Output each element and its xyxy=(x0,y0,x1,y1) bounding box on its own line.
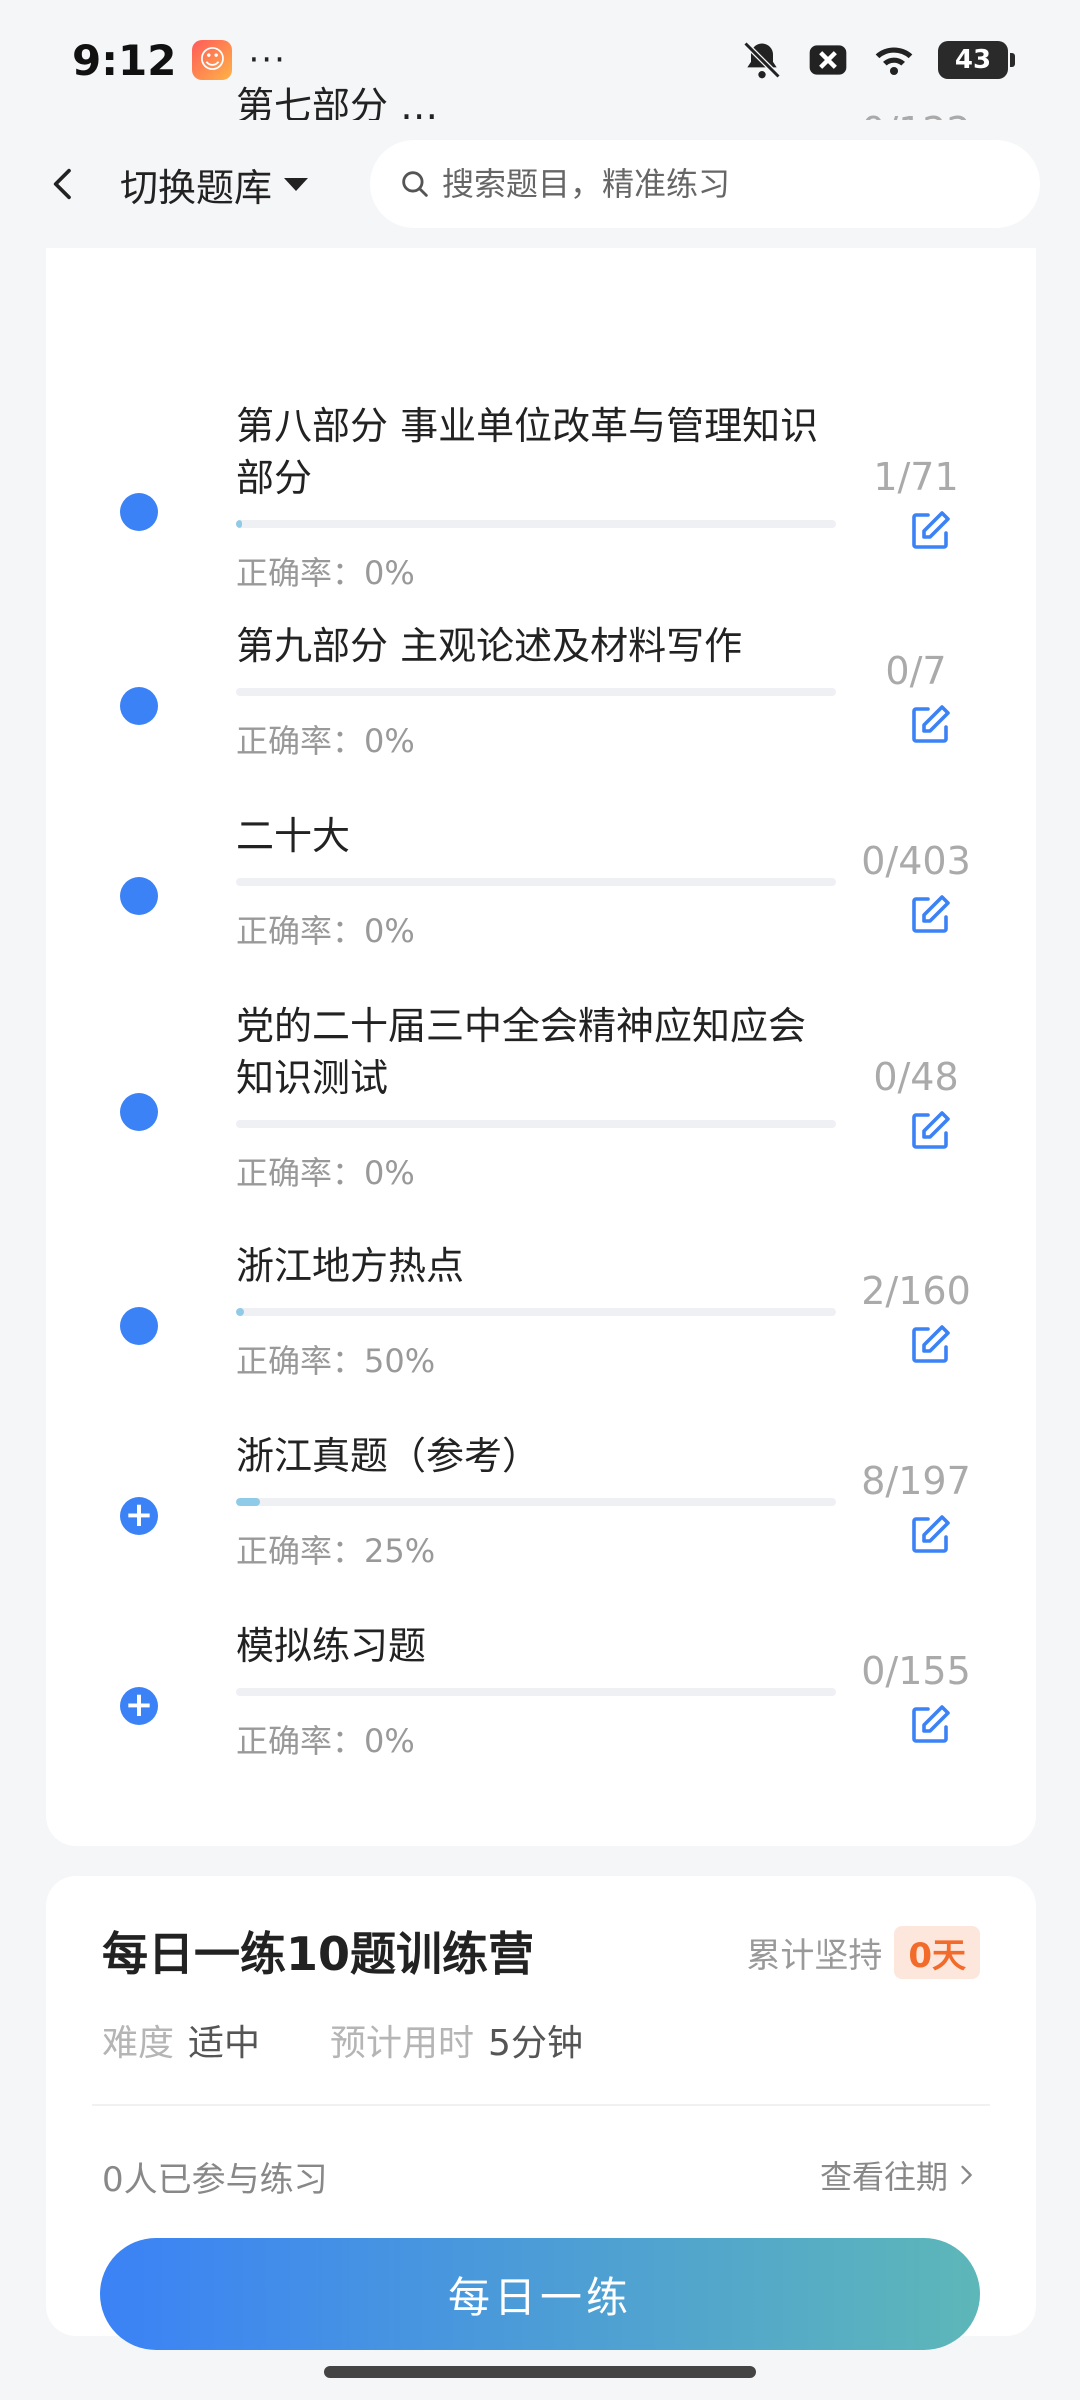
progress-fill xyxy=(236,520,242,528)
participants-count: 0人已参与练习 xyxy=(102,2160,328,2200)
progress-fill xyxy=(236,1308,244,1316)
item-title: 第八部分 事业单位改革与管理知识部分 xyxy=(236,404,819,500)
edit-icon xyxy=(912,705,950,743)
streak-badge: 0天 xyxy=(894,1926,980,1979)
accuracy-text: 正确率：0% xyxy=(236,1154,415,1192)
expand-plus-icon[interactable]: + xyxy=(120,1687,158,1725)
progress-bar xyxy=(236,688,836,696)
close-box-icon xyxy=(809,45,847,75)
edit-icon xyxy=(912,1325,950,1363)
bullet-dot-icon xyxy=(120,1093,158,1131)
daily-title: 每日一练10题训练营 xyxy=(102,1927,535,1981)
practice-edit-button[interactable] xyxy=(906,1321,954,1369)
meta-row: 难度 适中 预计用时 5分钟 xyxy=(102,2014,583,2066)
streak-label: 累计坚持 xyxy=(746,1936,883,1976)
status-time: 9:12 xyxy=(72,35,177,85)
progress-bar xyxy=(236,1120,836,1128)
expand-plus-icon[interactable]: + xyxy=(120,1497,158,1535)
item-title: 第九部分 主观论述及材料写作 xyxy=(236,624,743,668)
item-title: 浙江地方热点 xyxy=(236,1244,465,1288)
search-box[interactable] xyxy=(370,140,1040,228)
list-item[interactable]: + 模拟练习题正确率：0% 0/155 xyxy=(46,1620,1036,1812)
list-item[interactable]: 第八部分 事业单位改革与管理知识部分正确率：0% 1/71 xyxy=(46,400,1036,644)
practice-edit-button[interactable] xyxy=(906,1107,954,1155)
status-icons: 43 xyxy=(740,38,1015,82)
edit-icon xyxy=(912,511,950,549)
practice-edit-button[interactable] xyxy=(906,1511,954,1559)
list-item[interactable]: 党的二十届三中全会精神应知应会知识测试正确率：0% 0/48 xyxy=(46,1000,1036,1244)
list-item[interactable]: 二十大正确率：0% 0/403 xyxy=(46,810,1036,1002)
item-title: 浙江真题（参考） xyxy=(236,1434,541,1478)
accuracy-text: 正确率：50% xyxy=(236,1342,436,1380)
chevron-left-icon xyxy=(53,168,71,200)
question-bank-list: 第七部分 …正确率：0%0/122第八部分 事业单位改革与管理知识部分正确率：0… xyxy=(46,84,1036,1846)
chevron-right-icon xyxy=(961,2165,972,2185)
question-count: 0/7 xyxy=(885,649,947,693)
daily-practice-card: 每日一练10题训练营 累计坚持 0天 难度 适中 预计用时 5分钟 0人已参与练… xyxy=(46,1876,1036,2350)
difficulty-value: 适中 xyxy=(188,2023,261,2064)
practice-edit-button[interactable] xyxy=(906,507,954,555)
practice-edit-button[interactable] xyxy=(906,1701,954,1749)
more-notifications-icon: ··· xyxy=(248,40,287,80)
progress-fill xyxy=(236,1498,260,1506)
edit-icon xyxy=(912,1705,950,1743)
search-icon xyxy=(402,171,428,197)
view-history-link[interactable]: 查看往期 xyxy=(820,2152,980,2198)
view-history-label: 查看往期 xyxy=(819,2158,948,2196)
switch-bank-button[interactable]: 切换题库 xyxy=(120,157,309,212)
progress-bar xyxy=(236,1308,836,1316)
progress-bar xyxy=(236,878,836,886)
bullet-dot-icon xyxy=(120,493,158,531)
list-item[interactable]: 浙江地方热点正确率：50% 2/160 xyxy=(46,1240,1036,1432)
caret-down-icon xyxy=(284,177,309,191)
app-notification-icon: ☺ xyxy=(192,40,233,80)
bullet-dot-icon xyxy=(120,877,158,915)
edit-icon xyxy=(912,1111,950,1149)
progress-bar xyxy=(236,520,836,528)
list-item[interactable]: + 浙江真题（参考） 正确率：25% 8/197 xyxy=(46,1430,1036,1622)
battery-icon: 43 xyxy=(938,41,1015,79)
item-title: 党的二十届三中全会精神应知应会知识测试 xyxy=(236,1004,807,1100)
wifi-icon xyxy=(875,47,913,76)
daily-practice-button[interactable]: 每日一练 xyxy=(100,2238,980,2350)
accuracy-text: 正确率：0% xyxy=(236,1722,415,1760)
progress-bar xyxy=(236,1498,836,1506)
header: 切换题库 xyxy=(0,120,1080,248)
bullet-dot-icon xyxy=(120,1307,158,1345)
edit-icon xyxy=(912,895,950,933)
accuracy-text: 正确率：0% xyxy=(236,912,415,950)
home-indicator[interactable] xyxy=(324,2366,756,2378)
question-count: 0/155 xyxy=(861,1649,971,1693)
question-count: 0/403 xyxy=(861,839,971,883)
accuracy-text: 正确率：0% xyxy=(236,554,415,592)
divider xyxy=(92,2104,990,2106)
difficulty-label: 难度 xyxy=(102,2023,175,2064)
practice-edit-button[interactable] xyxy=(906,891,954,939)
progress-bar xyxy=(236,1688,836,1696)
question-count: 1/71 xyxy=(873,455,959,499)
question-count: 8/197 xyxy=(861,1459,971,1503)
practice-edit-button[interactable] xyxy=(906,701,954,749)
back-button[interactable] xyxy=(40,160,88,208)
question-count: 0/48 xyxy=(873,1055,959,1099)
time-label: 预计用时 xyxy=(330,2023,475,2064)
list-item[interactable]: 第九部分 主观论述及材料写作正确率：0% 0/7 xyxy=(46,620,1036,812)
streak: 累计坚持 0天 xyxy=(746,1926,980,1979)
time-value: 5分钟 xyxy=(488,2023,583,2064)
search-input[interactable] xyxy=(442,165,1003,203)
bell-muted-icon xyxy=(743,41,781,79)
item-title: 二十大 xyxy=(236,814,351,858)
accuracy-text: 正确率：25% xyxy=(236,1532,436,1570)
edit-icon xyxy=(912,1515,950,1553)
bullet-dot-icon xyxy=(120,687,158,725)
switch-bank-label: 切换题库 xyxy=(120,165,273,210)
accuracy-text: 正确率：0% xyxy=(236,722,415,760)
question-count: 2/160 xyxy=(861,1269,971,1313)
item-title: 模拟练习题 xyxy=(236,1624,427,1668)
